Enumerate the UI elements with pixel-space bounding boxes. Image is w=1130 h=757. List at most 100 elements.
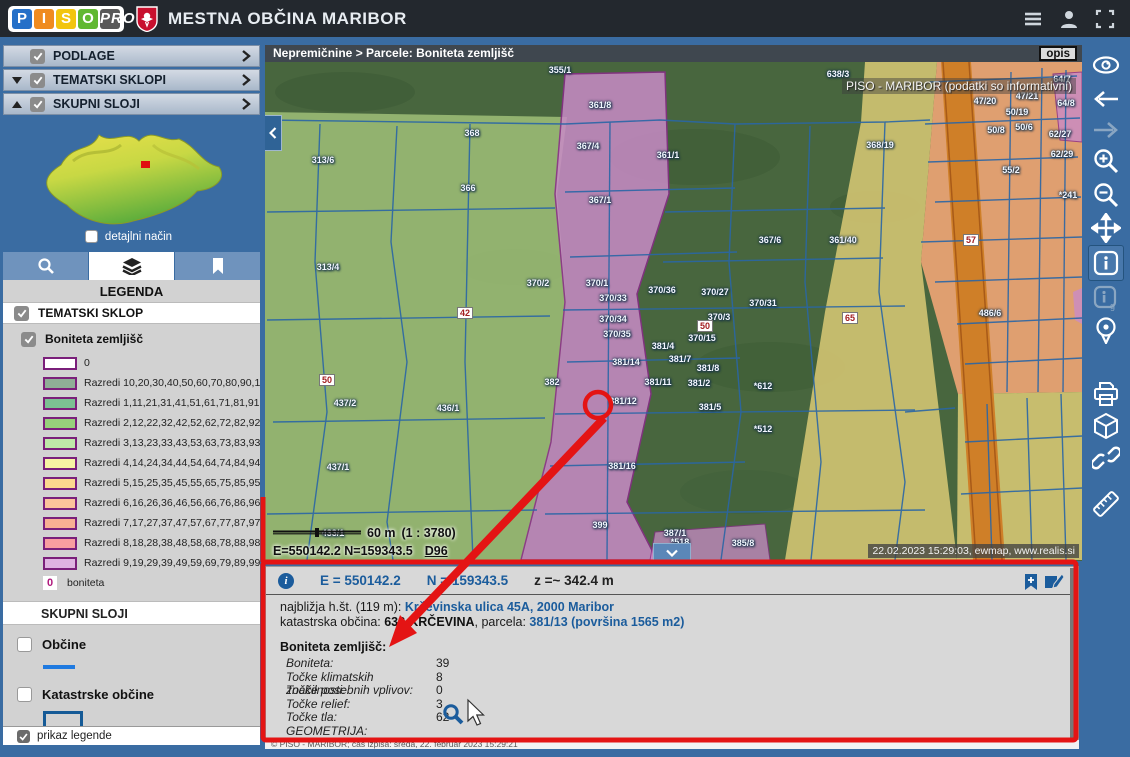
back-tool[interactable] — [1091, 84, 1121, 114]
print-icon — [1092, 381, 1120, 407]
obcine-checkbox[interactable] — [17, 637, 32, 652]
forward-tool[interactable] — [1091, 115, 1121, 145]
chevron-right-icon — [241, 98, 251, 110]
info-field-row: Točke tla: 62 — [286, 711, 1078, 725]
info-field-row: Točke relief: 3 — [286, 698, 1078, 712]
legend-item: Razredi 9,19,29,39,49,59,69,79,89,99 — [3, 553, 260, 573]
legend-marker-label: boniteta — [67, 577, 104, 589]
info-field-label: Točke posebnih vplivov: — [286, 684, 436, 698]
boniteta-checkbox[interactable] — [21, 332, 36, 347]
address-link[interactable]: Krčevinska ulica 45A, 2000 Maribor — [405, 600, 614, 614]
user-icon[interactable] — [1058, 8, 1080, 30]
tab-search[interactable] — [3, 252, 88, 280]
collapse-sidebar-button[interactable] — [265, 115, 282, 151]
arrow-right-icon — [1092, 120, 1120, 140]
scale-ratio[interactable]: (1 : 3780) — [402, 526, 456, 540]
coord-n: N = 159343.5 — [427, 573, 508, 588]
parcel-link[interactable]: 381/13 (površina 1565 m2) — [529, 615, 684, 629]
zoom-out-tool[interactable] — [1091, 180, 1121, 210]
layer-katastrske-row: Katastrske občine — [3, 683, 260, 705]
podlage-checkbox[interactable] — [30, 49, 45, 64]
nearest-address-line: najbližja h.št. (119 m): Krčevinska ulic… — [280, 600, 1078, 615]
accordion-tematski-sklopi[interactable]: TEMATSKI SKLOPI — [3, 69, 260, 91]
tematski-sklop-checkbox[interactable] — [14, 306, 29, 321]
menu-icon[interactable] — [1022, 8, 1044, 30]
collapse-info-panel-button[interactable] — [653, 543, 691, 561]
tematski-checkbox[interactable] — [30, 73, 45, 88]
app-title: MESTNA OBČINA MARIBOR — [168, 9, 407, 29]
info-section-title: Boniteta zemljišč: — [280, 640, 1078, 654]
obcine-label: Občine — [42, 637, 86, 652]
katastrske-label: Katastrske občine — [42, 687, 154, 702]
legend-item-label: Razredi 1,11,21,31,41,51,61,71,81,91 — [84, 397, 260, 409]
info-icon — [1093, 250, 1119, 276]
legend-color-swatch — [43, 477, 77, 490]
legend-footer: prikaz legende — [3, 726, 260, 745]
maribor-coat-of-arms-icon — [136, 6, 158, 32]
piso-pro-logo[interactable]: P I S O PRO — [8, 6, 124, 32]
measure-tool[interactable] — [1091, 489, 1121, 519]
legend-group-row: TEMATSKI SKLOP — [3, 302, 260, 324]
accordion-label: TEMATSKI SKLOPI — [53, 73, 166, 87]
pan-icon — [1091, 213, 1121, 243]
header-actions — [1022, 8, 1116, 30]
tab-bookmarks[interactable] — [175, 252, 260, 280]
legend-item-label: Razredi 10,20,30,40,50,60,70,80,90,100 — [84, 377, 260, 389]
legend-layer-row: Boniteta zemljišč — [3, 329, 260, 349]
layers-icon — [122, 257, 142, 275]
legend-color-swatch — [43, 417, 77, 430]
sidebar-tabs — [3, 252, 260, 280]
pan-tool[interactable] — [1091, 213, 1121, 243]
view-3d-tool[interactable] — [1091, 411, 1121, 441]
eye-icon — [1091, 54, 1121, 76]
legend-item: Razredi 1,11,21,31,41,51,61,71,81,91 — [3, 393, 260, 413]
opis-button[interactable]: opis — [1039, 46, 1077, 61]
prikaz-legende-checkbox[interactable] — [17, 730, 30, 743]
info-panel: i E = 550142.2 N = 159343.5 z =~ 342.4 m… — [265, 566, 1079, 740]
share-link-tool[interactable] — [1091, 443, 1121, 473]
detail-mode-checkbox[interactable] — [85, 230, 98, 243]
geometry-zoom-icon[interactable] — [442, 703, 464, 725]
legend-color-swatch — [43, 557, 77, 570]
legend-color-swatch — [43, 437, 77, 450]
identify-group-tool[interactable]: g — [1091, 283, 1121, 313]
edit-report-icon[interactable] — [1044, 573, 1064, 591]
info-panel-scrollbar[interactable] — [1070, 568, 1077, 738]
legend-item-label: 0 — [84, 357, 90, 369]
print-tool[interactable] — [1091, 379, 1121, 409]
accordion-label: SKUPNI SLOJI — [53, 97, 140, 111]
legend-color-swatch — [43, 497, 77, 510]
triangle-down-icon — [12, 77, 22, 84]
search-icon — [37, 257, 55, 275]
accordion-skupni-sloji[interactable]: SKUPNI SLOJI — [3, 93, 260, 115]
accordion-podlage[interactable]: PODLAGE — [3, 45, 260, 67]
tab-layers[interactable] — [89, 252, 174, 280]
boniteta-point-symbol: 0 — [43, 576, 57, 590]
arrow-left-icon — [1092, 89, 1120, 109]
legend-item: Razredi 8,18,28,38,48,58,68,78,88,98 — [3, 533, 260, 553]
status-text: © PISO - MARIBOR; čas izpisa: sreda, 22.… — [271, 740, 518, 749]
skupni-checkbox[interactable] — [30, 97, 45, 112]
info-panel-actions — [1024, 573, 1064, 591]
sidebar: PODLAGE TEMATSKI SKLOPI SKUPNI SLOJI — [0, 37, 263, 745]
shared-layers-title: SKUPNI SLOJI — [3, 601, 260, 625]
legend-items: 0 Razredi 10,20,30,40,50,60,70,80,90,100… — [3, 353, 260, 573]
scale-distance: 60 m — [367, 526, 396, 540]
triangle-up-icon — [12, 101, 22, 108]
info-field-label: GEOMETRIJA: — [286, 725, 436, 739]
identify-tool[interactable] — [1088, 245, 1124, 281]
map-canvas[interactable]: 355/1 638/3 368 361/8 313/6 367/4 361/1 … — [265, 62, 1082, 561]
legend-item: Razredi 3,13,23,33,43,53,63,73,83,93 — [3, 433, 260, 453]
locate-tool[interactable] — [1091, 315, 1121, 345]
fullscreen-icon[interactable] — [1094, 8, 1116, 30]
bookmark-add-icon[interactable] — [1024, 573, 1038, 591]
visibility-tool[interactable] — [1091, 50, 1121, 80]
katastrske-checkbox[interactable] — [17, 687, 32, 702]
datum-link[interactable]: D96 — [425, 544, 448, 558]
info-fields: Boniteta: 39 Točke klimatskih značilnost… — [286, 657, 1078, 738]
logo-letter: S — [56, 9, 76, 29]
obcine-line-symbol — [43, 665, 75, 669]
zoom-in-tool[interactable] — [1091, 146, 1121, 176]
info-coords-row: i E = 550142.2 N = 159343.5 z =~ 342.4 m — [266, 567, 1078, 595]
chevron-down-icon — [666, 549, 678, 557]
